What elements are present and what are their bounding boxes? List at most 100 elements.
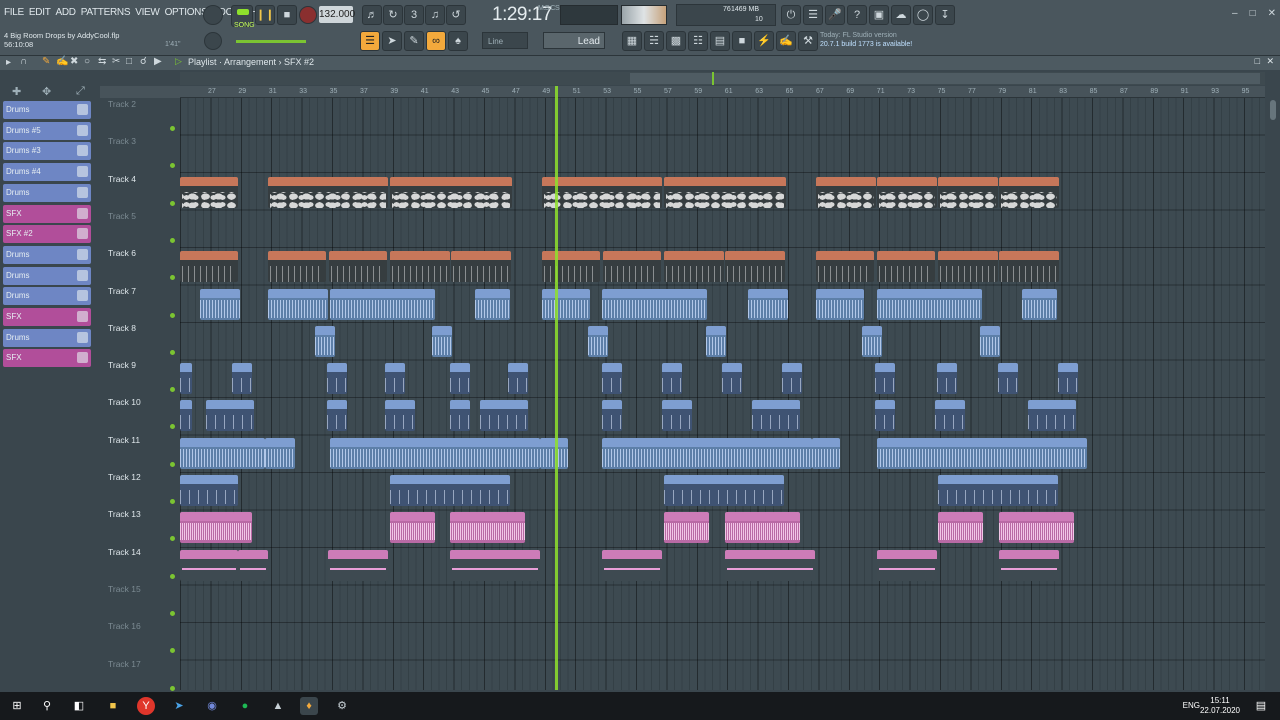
audio-clip[interactable] bbox=[268, 288, 328, 320]
lead-clip[interactable]: Lead #2 bbox=[180, 176, 238, 208]
system-clock[interactable]: 15:11 22.07.2020 bbox=[1200, 696, 1240, 716]
chat-icon[interactable]: ◯ bbox=[913, 5, 933, 25]
sfx-clip[interactable]: SFX bbox=[390, 512, 435, 544]
playlist-icon[interactable]: ▦ bbox=[622, 31, 642, 51]
window-restore-icon[interactable]: □ bbox=[1255, 56, 1260, 66]
drum-clip[interactable]: Lov...uency bbox=[480, 400, 528, 432]
overview-view-window[interactable] bbox=[630, 73, 1260, 84]
audio-clip[interactable] bbox=[542, 288, 590, 320]
sfxline-clip[interactable]: SFX bbox=[602, 549, 662, 581]
stamp-icon[interactable]: ♠ bbox=[448, 31, 468, 51]
drum-clip[interactable] bbox=[602, 400, 622, 432]
sfxline-clip[interactable]: SFX #2 bbox=[450, 549, 540, 581]
track-name[interactable]: Track 12 bbox=[108, 472, 141, 482]
drum-clip[interactable] bbox=[180, 363, 192, 395]
sfx-clip[interactable]: SFX bbox=[450, 512, 525, 544]
track-mute-led-icon[interactable] bbox=[170, 573, 175, 579]
telegram-icon[interactable]: ➤ bbox=[170, 697, 188, 715]
bass-clip[interactable]: Bass bbox=[451, 251, 511, 283]
audio-clip[interactable] bbox=[432, 325, 452, 357]
bass-clip[interactable]: Bass bbox=[542, 251, 600, 283]
window-close-icon[interactable]: ✕ bbox=[1266, 56, 1274, 67]
bass-clip[interactable]: Bass bbox=[268, 251, 326, 283]
drum-clip[interactable]: Lov...uency bbox=[1028, 400, 1076, 432]
bass-clip[interactable]: Bass bbox=[603, 251, 661, 283]
track-name[interactable]: Track 14 bbox=[108, 547, 141, 557]
lead-clip[interactable]: Lead #7 bbox=[877, 176, 937, 208]
lead-clip[interactable]: Lead #3 bbox=[268, 176, 388, 208]
drum-clip[interactable] bbox=[937, 363, 957, 395]
song-time-display[interactable]: 1:29:17 M:S:CS bbox=[492, 4, 560, 26]
track-mute-led-icon[interactable] bbox=[170, 648, 175, 654]
windows-start-icon[interactable]: ⊞ bbox=[8, 697, 26, 715]
save-icon[interactable]: ▣ bbox=[869, 5, 889, 25]
audio-clip[interactable] bbox=[816, 288, 864, 320]
drum-clip[interactable] bbox=[938, 475, 1058, 506]
track-mute-led-icon[interactable] bbox=[170, 499, 175, 504]
task-view-icon[interactable]: ◧ bbox=[70, 697, 88, 715]
audio-clip[interactable] bbox=[877, 288, 982, 320]
metronome-icon[interactable]: ♬ bbox=[362, 5, 382, 25]
track-name[interactable]: Track 11 bbox=[108, 435, 140, 445]
audio-clip[interactable]: D..s bbox=[540, 437, 568, 469]
channel-led-icon[interactable] bbox=[77, 352, 88, 364]
steam-icon[interactable]: ⚙ bbox=[333, 697, 351, 715]
drum-clip[interactable]: Lov...uency bbox=[752, 400, 800, 432]
track-name[interactable]: Track 6 bbox=[108, 248, 136, 258]
countdown-icon[interactable]: 3 bbox=[404, 5, 424, 25]
fl-studio-icon[interactable]: ♦ bbox=[300, 697, 318, 715]
delete-tool-icon[interactable]: ✖ bbox=[70, 56, 78, 67]
link-channel-icon[interactable]: ⤢ bbox=[76, 85, 85, 98]
drum-clip[interactable] bbox=[232, 363, 252, 395]
audio-clip[interactable] bbox=[588, 325, 608, 357]
options-arrow-icon[interactable]: ▸ bbox=[6, 57, 11, 68]
slice-tool-icon[interactable]: ✂ bbox=[112, 56, 120, 67]
keyboard-language[interactable]: ENG bbox=[1183, 701, 1200, 710]
track-name[interactable]: Track 4 bbox=[108, 174, 136, 184]
cloud-icon[interactable]: ☁ bbox=[891, 5, 911, 25]
lead-clip[interactable]: Lead #6 bbox=[664, 176, 786, 208]
audio-clip[interactable] bbox=[980, 325, 1000, 357]
track-name[interactable]: Track 5 bbox=[108, 211, 136, 221]
channel-7[interactable]: SFX #2 bbox=[3, 225, 91, 244]
sfx-clip[interactable]: SFX bbox=[664, 512, 709, 544]
zoom-tool-icon[interactable]: ☌ bbox=[140, 56, 147, 67]
master-volume-knob[interactable] bbox=[204, 32, 222, 50]
drum-clip[interactable] bbox=[602, 363, 622, 395]
master-pitch-knob[interactable] bbox=[203, 5, 223, 25]
app-icon[interactable]: ▲ bbox=[269, 697, 287, 715]
record-button[interactable] bbox=[299, 6, 317, 24]
sfxline-clip[interactable]: SFX #2 bbox=[238, 549, 268, 581]
audio-clip[interactable] bbox=[602, 288, 707, 320]
channel-8[interactable]: Drums bbox=[3, 245, 91, 264]
track-name[interactable]: Track 9 bbox=[108, 360, 136, 370]
step-edit-icon[interactable]: ♫ bbox=[425, 5, 445, 25]
discord-icon[interactable]: ◉ bbox=[203, 697, 221, 715]
track-mute-led-icon[interactable] bbox=[170, 461, 175, 467]
track-mute-led-icon[interactable] bbox=[170, 312, 175, 318]
mute-tool-icon[interactable]: ○ bbox=[84, 56, 90, 67]
track-name[interactable]: Track 8 bbox=[108, 323, 136, 333]
plug-icon[interactable]: ⚡ bbox=[754, 31, 774, 51]
move-icon[interactable]: ✥ bbox=[42, 85, 51, 98]
drum-clip[interactable] bbox=[450, 363, 470, 395]
drum-clip[interactable] bbox=[327, 363, 347, 395]
channel-11[interactable]: SFX bbox=[3, 308, 91, 326]
draw-icon[interactable]: ✎ bbox=[404, 31, 424, 51]
tools-icon[interactable]: ⚒ bbox=[798, 31, 818, 51]
drum-clip[interactable] bbox=[180, 475, 238, 506]
track-mute-led-icon[interactable] bbox=[170, 610, 175, 616]
arrow-icon[interactable]: ➤ bbox=[382, 31, 402, 51]
lead-clip[interactable]: Lead #5 bbox=[542, 176, 662, 208]
select-tool-icon[interactable]: □ bbox=[126, 56, 132, 67]
audio-clip[interactable] bbox=[706, 325, 726, 357]
add-track-icon[interactable]: ✚ bbox=[12, 85, 21, 98]
song-mode-button[interactable]: SONG bbox=[231, 5, 255, 29]
audio-clip[interactable] bbox=[330, 288, 435, 320]
drum-clip[interactable]: D..s bbox=[180, 400, 192, 432]
channel-9[interactable]: Drums bbox=[3, 266, 91, 285]
track-name[interactable]: Track 2 bbox=[108, 99, 136, 109]
menu-edit[interactable]: EDIT bbox=[29, 7, 51, 18]
audio-clip[interactable] bbox=[475, 288, 510, 320]
channel-led-icon[interactable] bbox=[77, 290, 88, 302]
